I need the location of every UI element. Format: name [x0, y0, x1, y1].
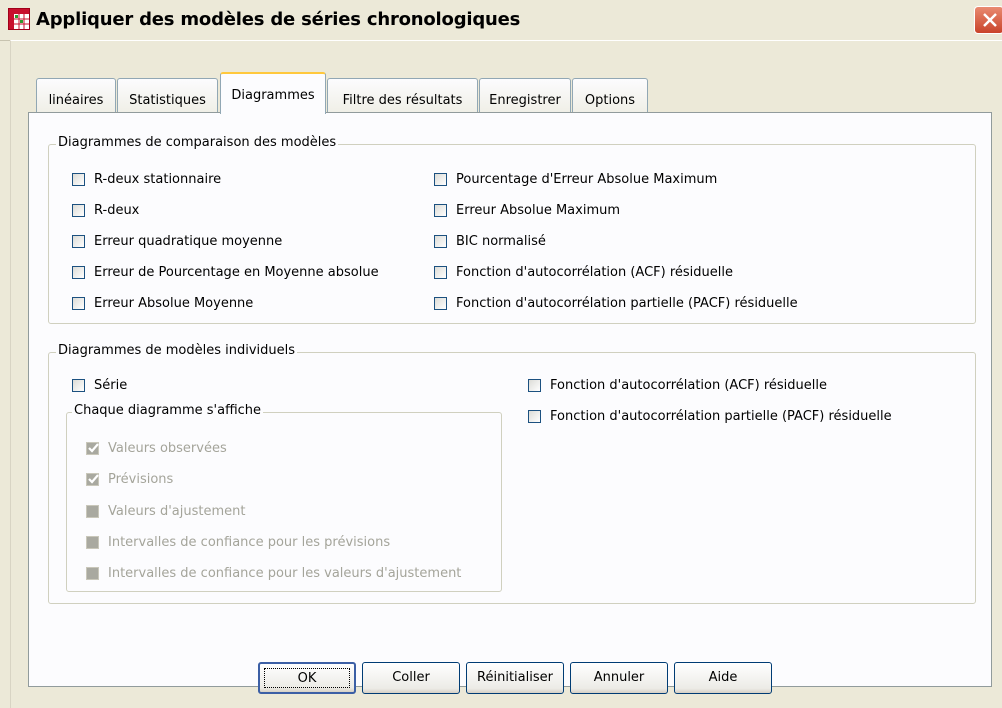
checkbox-box[interactable] — [72, 297, 85, 310]
checkbox-box[interactable] — [72, 266, 85, 279]
reset-button[interactable]: Réinitialiser — [466, 662, 564, 694]
tab-label: Options — [584, 93, 636, 108]
close-button[interactable] — [974, 6, 1002, 34]
spreadsheet-app-icon — [8, 8, 30, 30]
checkbox-box[interactable] — [86, 473, 99, 486]
checkbox-box[interactable] — [86, 442, 99, 455]
checkbox-box[interactable] — [72, 204, 85, 217]
tab-enregistrer[interactable]: Enregistrer — [479, 78, 571, 112]
checkbox-box[interactable] — [434, 297, 447, 310]
checkbox-box[interactable] — [528, 410, 541, 423]
checkmark-icon — [88, 443, 99, 453]
cancel-label: Annuler — [593, 670, 645, 685]
comparison-group-title: Diagrammes de comparaison des modèles — [56, 135, 339, 150]
title-bar: Appliquer des modèles de séries chronolo… — [0, 0, 1002, 41]
window-title: Appliquer des modèles de séries chronolo… — [36, 9, 521, 30]
paste-button[interactable]: Coller — [362, 662, 460, 694]
checkbox-box[interactable] — [434, 266, 447, 279]
cancel-button[interactable]: Annuler — [570, 662, 668, 694]
help-button[interactable]: Aide — [674, 662, 772, 694]
ok-label: OK — [264, 668, 350, 688]
checkbox-box[interactable] — [72, 235, 85, 248]
checkbox-box[interactable] — [86, 567, 99, 580]
checkbox-box[interactable] — [434, 235, 447, 248]
paste-label: Coller — [392, 670, 430, 685]
tab-label: Diagrammes — [231, 88, 315, 103]
tab-label: linéaires — [48, 93, 104, 108]
checkbox-box[interactable] — [86, 536, 99, 549]
tab-options[interactable]: Options — [572, 78, 648, 112]
each-plot-group-title: Chaque diagramme s'affiche — [72, 403, 264, 418]
tab-label: Statistiques — [129, 93, 206, 108]
tab-label: Filtre des résultats — [342, 93, 463, 108]
checkmark-icon — [88, 474, 99, 484]
close-icon — [983, 13, 997, 27]
checkbox-box[interactable] — [434, 204, 447, 217]
checkbox-box[interactable] — [434, 173, 447, 186]
checkbox-box[interactable] — [86, 505, 99, 518]
tab-diagrammes[interactable]: Diagrammes — [220, 72, 326, 114]
help-label: Aide — [708, 670, 738, 685]
tab-label: Enregistrer — [489, 93, 561, 108]
ok-button[interactable]: OK — [258, 662, 356, 694]
checkbox-box[interactable] — [72, 173, 85, 186]
tab-filtre-des-resultats[interactable]: Filtre des résultats — [327, 78, 478, 112]
tab-statistiques[interactable]: Statistiques — [117, 78, 218, 112]
checkbox-box[interactable] — [72, 379, 85, 392]
reset-label: Réinitialiser — [477, 670, 553, 685]
each-plot-group — [66, 412, 502, 592]
tab-lineaires[interactable]: linéaires — [36, 78, 116, 112]
checkbox-box[interactable] — [528, 379, 541, 392]
individual-group-title: Diagrammes de modèles individuels — [56, 343, 298, 358]
